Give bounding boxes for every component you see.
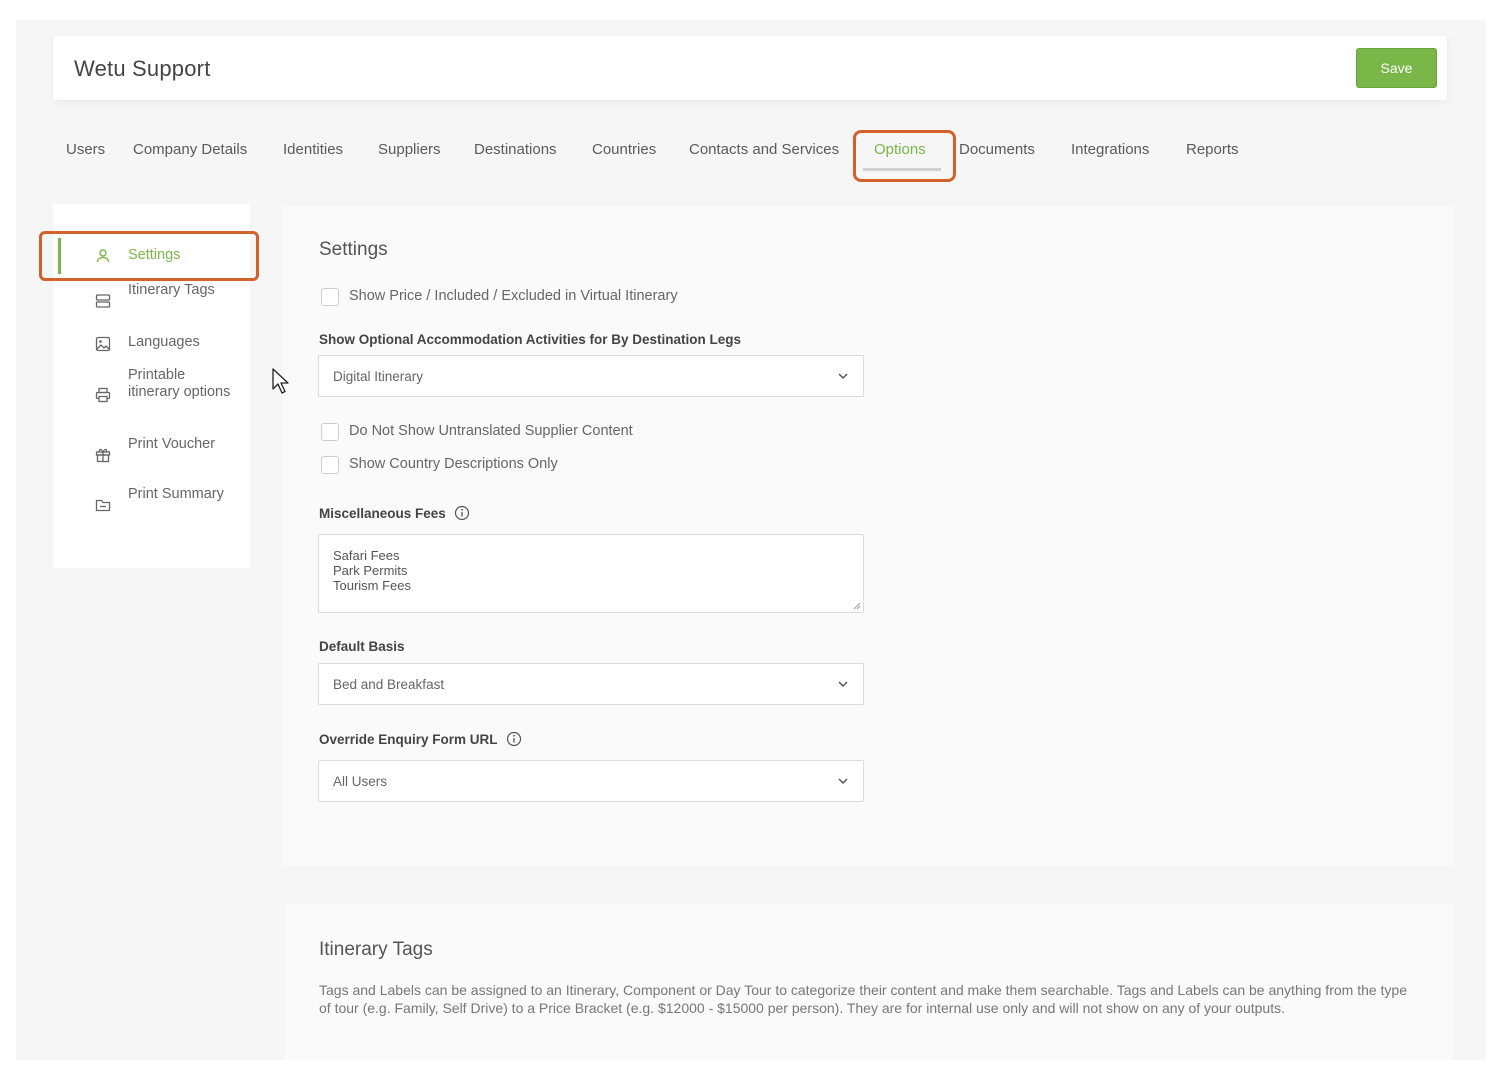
tab-suppliers[interactable]: Suppliers: [378, 141, 441, 158]
sidebar-item-label: Print Summary: [128, 486, 224, 502]
sidebar-item-label: Printable itinerary options: [128, 367, 231, 400]
top-tabs: Users Company Details Identities Supplie…: [16, 128, 1316, 178]
sidebar-item-label: Languages: [128, 334, 200, 350]
chevron-down-icon: [838, 373, 848, 380]
misc-fees-textarea[interactable]: Safari Fees Park Permits Tourism Fees: [318, 534, 864, 613]
image-icon: [93, 334, 113, 354]
sidebar-item-print-voucher[interactable]: Print Voucher: [53, 436, 250, 472]
tab-destinations[interactable]: Destinations: [474, 141, 557, 158]
sidebar-item-languages[interactable]: Languages: [53, 332, 250, 356]
optional-activities-label: Show Optional Accommodation Activities f…: [319, 332, 742, 347]
gift-icon: [93, 445, 113, 465]
checkbox-label: Show Price / Included / Excluded in Virt…: [349, 288, 678, 304]
tab-documents[interactable]: Documents: [959, 141, 1035, 158]
settings-item-highlight: [39, 231, 259, 281]
tab-reports[interactable]: Reports: [1186, 141, 1239, 158]
options-tab-highlight: [853, 130, 956, 182]
info-icon[interactable]: [506, 731, 522, 747]
info-icon[interactable]: [454, 505, 470, 521]
select-value: All Users: [333, 774, 388, 789]
untranslated-content-checkbox[interactable]: [321, 423, 339, 441]
checkbox-label: Show Country Descriptions Only: [349, 456, 558, 472]
textarea-line: Tourism Fees: [333, 578, 412, 593]
sidebar-item-label: Print Voucher: [128, 436, 216, 452]
price-visibility-checkbox[interactable]: [321, 288, 339, 306]
page-title: Wetu Support: [74, 56, 211, 81]
mouse-pointer-icon: [272, 368, 289, 394]
page-header: Wetu Support Save: [53, 36, 1447, 100]
itinerary-tags-title: Itinerary Tags: [319, 939, 433, 960]
country-descriptions-checkbox[interactable]: [321, 456, 339, 474]
tab-identities[interactable]: Identities: [283, 141, 343, 158]
printer-icon: [93, 385, 113, 405]
default-basis-select[interactable]: Bed and Breakfast: [318, 663, 864, 705]
checkbox-label: Do Not Show Untranslated Supplier Conten…: [349, 423, 633, 439]
tab-integrations[interactable]: Integrations: [1071, 141, 1149, 158]
app-window: Wetu Support Save Users Company Details …: [16, 20, 1486, 1060]
settings-title: Settings: [319, 239, 388, 260]
optional-activities-select[interactable]: Digital Itinerary: [318, 355, 864, 397]
override-url-label: Override Enquiry Form URL: [319, 731, 522, 747]
override-url-select[interactable]: All Users: [318, 760, 864, 802]
save-button[interactable]: Save: [1356, 48, 1437, 88]
tab-users[interactable]: Users: [66, 141, 105, 158]
select-value: Digital Itinerary: [333, 369, 424, 384]
sidebar-item-itinerary-tags[interactable]: Itinerary Tags: [53, 282, 250, 318]
misc-fees-label: Miscellaneous Fees: [319, 505, 470, 521]
chevron-down-icon: [838, 681, 848, 688]
tab-countries[interactable]: Countries: [592, 141, 656, 158]
sidebar-item-label: Itinerary Tags: [128, 282, 215, 298]
textarea-line: Park Permits: [333, 563, 408, 578]
folder-icon: [93, 495, 113, 515]
tags-icon: [93, 291, 113, 311]
override-url-label-text: Override Enquiry Form URL: [319, 732, 498, 747]
resize-grip-icon[interactable]: [851, 600, 861, 610]
tab-contacts-and-services[interactable]: Contacts and Services: [689, 141, 839, 158]
default-basis-label: Default Basis: [319, 639, 405, 654]
sidebar-item-printable-itinerary-options[interactable]: Printable itinerary options: [53, 367, 250, 421]
sidebar-item-print-summary[interactable]: Print Summary: [53, 486, 250, 522]
chevron-down-icon: [838, 778, 848, 785]
tab-company-details[interactable]: Company Details: [133, 141, 247, 158]
itinerary-tags-description: Tags and Labels can be assigned to an It…: [319, 982, 1408, 1016]
misc-fees-label-text: Miscellaneous Fees: [319, 506, 446, 521]
select-value: Bed and Breakfast: [333, 677, 445, 692]
textarea-line: Safari Fees: [333, 548, 400, 563]
